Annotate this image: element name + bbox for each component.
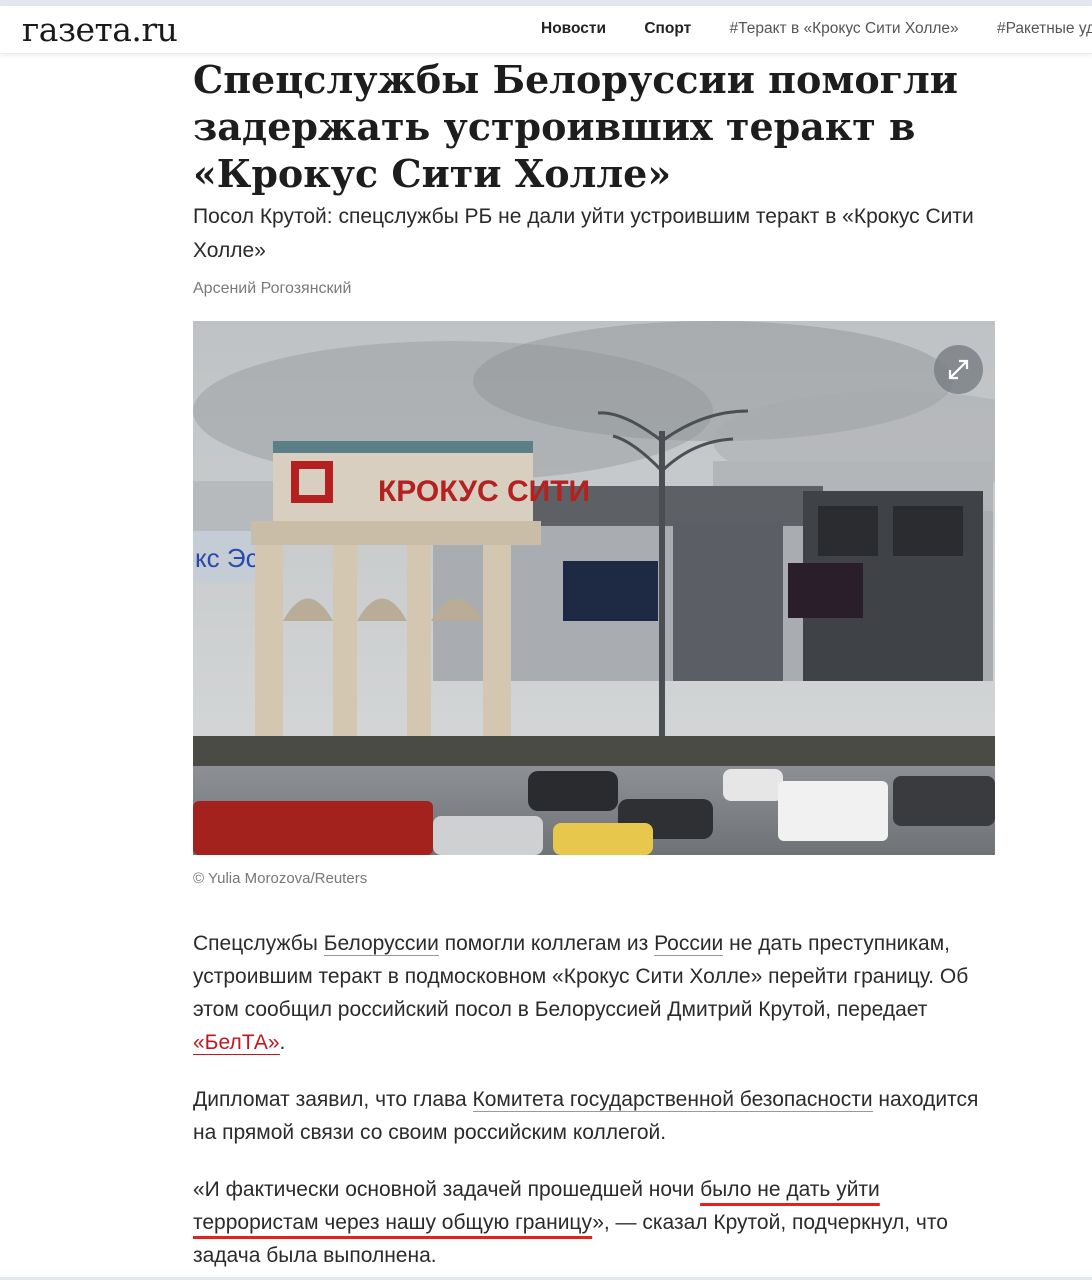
svg-text:КРОКУС СИТИ: КРОКУС СИТИ [378, 475, 590, 508]
article-photo[interactable]: кс Эс КРОКУС СИТИ [193, 321, 995, 855]
site-header: газета.ru Новости Спорт #Теракт в «Кроку… [0, 6, 1092, 54]
article-paragraph-1: Спецслужбы Белоруссии помогли коллегам и… [193, 927, 993, 1059]
expand-icon [948, 359, 969, 380]
nav-item-news[interactable]: Новости [541, 20, 606, 38]
nav-item-missile-tag[interactable]: #Ракетные уд [997, 20, 1092, 38]
link-belarus[interactable]: Белоруссии [323, 932, 439, 956]
text-fragment: «И фактически основной задачей прошедшей… [193, 1178, 701, 1201]
crocus-city-photo: кс Эс КРОКУС СИТИ [193, 321, 995, 855]
link-belta[interactable]: «БелТА» [193, 1031, 280, 1055]
article-paragraph-2: Дипломат заявил, что глава Комитета госу… [193, 1083, 993, 1149]
text-fragment: . [279, 1031, 286, 1054]
article-title: Спецслужбы Белоруссии помогли задержать … [193, 57, 958, 196]
article-paragraph-3: «И фактически основной задачей прошедшей… [193, 1173, 993, 1272]
link-kgb[interactable]: Комитета государственной безопасности [472, 1088, 873, 1112]
nav-item-sport[interactable]: Спорт [644, 20, 691, 38]
expand-photo-button[interactable] [934, 345, 983, 394]
text-fragment: Дипломат заявил, что глава [193, 1088, 473, 1111]
article-subtitle: Посол Крутой: спецслужбы РБ не дали уйти… [193, 205, 974, 262]
text-fragment: помогли коллегам из [438, 932, 655, 955]
text-fragment: Спецслужбы [193, 932, 324, 955]
photo-credit: © Yulia Morozova/Reuters [193, 870, 368, 887]
nav-item-crocus-tag[interactable]: #Теракт в «Крокус Сити Холле» [730, 20, 959, 38]
link-russia[interactable]: России [654, 932, 724, 956]
site-logo[interactable]: газета.ru [22, 10, 178, 49]
svg-text:кс Эс: кс Эс [195, 543, 259, 573]
article-author[interactable]: Арсений Рогозянский [193, 280, 351, 298]
main-nav: Новости Спорт #Теракт в «Крокус Сити Хол… [541, 20, 1092, 38]
